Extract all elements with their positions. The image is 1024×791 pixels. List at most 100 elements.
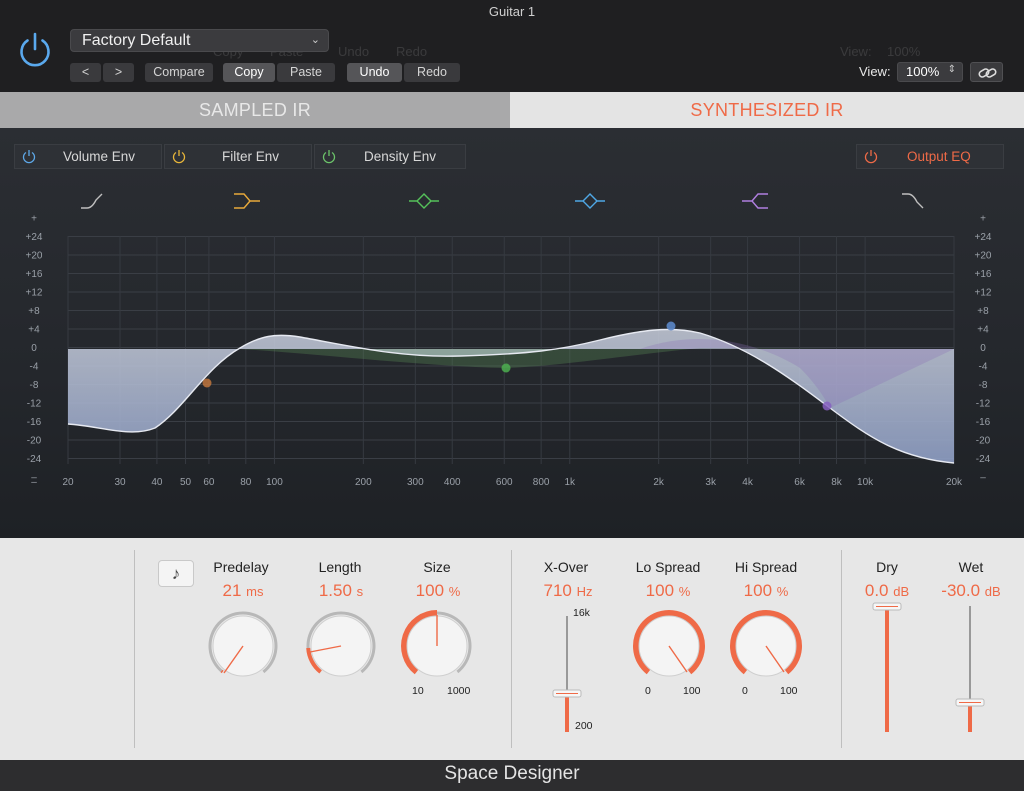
size-value: 100	[415, 581, 445, 600]
output-eq-power-icon[interactable]	[863, 148, 879, 164]
length-value: 1.50	[318, 581, 352, 600]
eq-y-tick-label: +16	[26, 269, 43, 280]
eq-x-tick-label: 6k	[794, 477, 806, 488]
eq-y-tick-label: -4	[30, 362, 39, 373]
eq-band-handle-bell-green[interactable]	[501, 363, 511, 373]
eq-y-tick-label: –	[980, 473, 986, 484]
eq-y-tick-label: -24	[976, 454, 991, 465]
filter-env-power-icon[interactable]	[171, 148, 187, 164]
eq-x-tick-label: 300	[407, 477, 424, 488]
xover-value: 710	[543, 581, 572, 600]
eq-y-axis-right: + +24 +20 +16 +12 +8 +4 0 -4 -8 -12 -16 -20 -24 –	[975, 214, 992, 484]
link-button[interactable]	[970, 62, 1003, 82]
eq-y-tick-label: -12	[27, 399, 42, 410]
hi-spread-value: 100	[743, 581, 773, 600]
eq-x-tick-label: 100	[266, 477, 283, 488]
xover-value-display[interactable]: 710 Hz	[518, 581, 618, 601]
lo-spread-value: 100	[645, 581, 675, 600]
eq-x-tick-label: 400	[444, 477, 461, 488]
volume-env-power-icon[interactable]	[21, 148, 37, 164]
preset-select[interactable]: Factory Default ⌄	[70, 29, 329, 52]
output-eq-button[interactable]: Output EQ	[856, 144, 1004, 169]
tab-sampled-ir[interactable]: SAMPLED IR	[0, 92, 510, 128]
predelay-value: 21	[222, 581, 242, 600]
eq-y-tick-label: 0	[980, 343, 986, 354]
length-value-display[interactable]: 1.50 s	[291, 581, 391, 601]
eq-x-tick-label: 1k	[564, 477, 576, 488]
dry-unit: dB	[893, 584, 910, 599]
density-env-power-icon[interactable]	[321, 148, 337, 164]
size-value-display[interactable]: 100 %	[388, 581, 488, 601]
hi-spread-knob[interactable]	[730, 610, 802, 677]
eq-x-axis: 20 30 40 50 60 80 100 200 300 400 600 800 1k 2k 3k 4k 6k…	[31, 477, 963, 488]
window-title: Guitar 1	[488, 4, 536, 19]
view-label: View:	[859, 64, 891, 79]
size-title: Size	[423, 559, 451, 575]
ghost-view-value: 100%	[887, 44, 921, 59]
eq-y-axis-left: ++24+20+16+12+8+40-4-8-12-16-20-24–	[26, 214, 43, 484]
high-shelf-icon[interactable]	[742, 193, 768, 209]
density-env-button[interactable]: Density Env	[314, 144, 466, 169]
low-shelf-icon[interactable]	[234, 193, 260, 209]
eq-y-tick-label: +24	[975, 232, 992, 243]
redo-button[interactable]: Redo	[404, 63, 460, 82]
eq-x-tick-label: 800	[533, 477, 550, 488]
bell-icon-green[interactable]	[409, 193, 439, 209]
xover-min-label: 200	[575, 720, 593, 732]
eq-y-tick-label: -20	[976, 436, 991, 447]
hi-spread-value-display[interactable]: 100 %	[716, 581, 816, 601]
wet-value: -30.0	[941, 581, 981, 600]
view-zoom-select[interactable]: 100% ⇕	[897, 62, 963, 82]
eq-x-tick-label: 10k	[857, 477, 874, 488]
copy-button[interactable]: Copy	[223, 63, 275, 82]
hi-spread-min-label: 0	[742, 685, 748, 697]
eq-y-tick-label: -20	[27, 436, 42, 447]
xover-slider[interactable]	[552, 616, 582, 732]
lo-spread-knob[interactable]	[633, 610, 705, 677]
high-cut-icon[interactable]	[902, 193, 924, 209]
eq-band-handle-low-shelf[interactable]	[202, 378, 212, 388]
eq-y-tick-label: +12	[26, 288, 43, 299]
eq-y-tick-label: -12	[976, 399, 991, 410]
eq-band-handle-bell-blue[interactable]	[666, 321, 676, 331]
tab-synthesized-ir[interactable]: SYNTHESIZED IR	[510, 92, 1024, 128]
lo-spread-value-display[interactable]: 100 %	[618, 581, 718, 601]
volume-env-button[interactable]: Volume Env	[14, 144, 162, 169]
hi-spread-max-label: 100	[780, 685, 798, 697]
length-knob[interactable]	[306, 611, 376, 677]
predelay-knob[interactable]	[208, 611, 278, 677]
eq-graph[interactable]: + +24 +20 +16 +12 +8 +4 0 -4 -8 -12 -16 -20 -24 – + +24…	[0, 128, 1024, 538]
next-preset-button[interactable]: >	[103, 63, 134, 82]
lo-spread-min-label: 0	[645, 685, 651, 697]
undo-button[interactable]: Undo	[347, 63, 402, 82]
eq-y-tick-label: +16	[975, 269, 992, 280]
filter-env-button[interactable]: Filter Env	[164, 144, 312, 169]
dry-slider[interactable]	[872, 602, 902, 732]
wet-value-display[interactable]: -30.0 dB	[921, 581, 1021, 601]
eq-y-tick-label: -8	[30, 380, 39, 391]
eq-x-tick-label: 600	[496, 477, 513, 488]
bell-icon-blue[interactable]	[575, 193, 605, 209]
eq-y-tick-label: -8	[979, 380, 988, 391]
compare-button[interactable]: Compare	[145, 63, 213, 82]
volume-env-label: Volume Env	[63, 149, 136, 164]
size-min-label: 10	[412, 685, 424, 697]
eq-x-tick-label: 20k	[946, 477, 963, 488]
hi-spread-unit: %	[776, 584, 789, 599]
density-env-label: Density Env	[364, 149, 437, 164]
ir-mode-tabs: SAMPLED IR SYNTHESIZED IR	[0, 92, 1024, 128]
eq-x-tick-label: 80	[240, 477, 252, 488]
hi-spread-title: Hi Spread	[734, 559, 798, 575]
low-cut-icon[interactable]	[81, 193, 103, 209]
eq-x-tick-label: 4k	[742, 477, 754, 488]
plugin-power-icon[interactable]	[16, 30, 54, 68]
paste-button[interactable]: Paste	[277, 63, 335, 82]
wet-slider[interactable]	[955, 606, 985, 732]
eq-band-handle-high-shelf[interactable]	[822, 401, 832, 411]
size-max-label: 1000	[447, 685, 471, 697]
eq-y-tick-label: 0	[31, 343, 37, 354]
predelay-value-display[interactable]: 21 ms	[193, 581, 293, 601]
size-knob[interactable]	[401, 610, 472, 677]
previous-preset-button[interactable]: <	[70, 63, 101, 82]
eq-axis-corner-mark: –	[31, 477, 37, 488]
